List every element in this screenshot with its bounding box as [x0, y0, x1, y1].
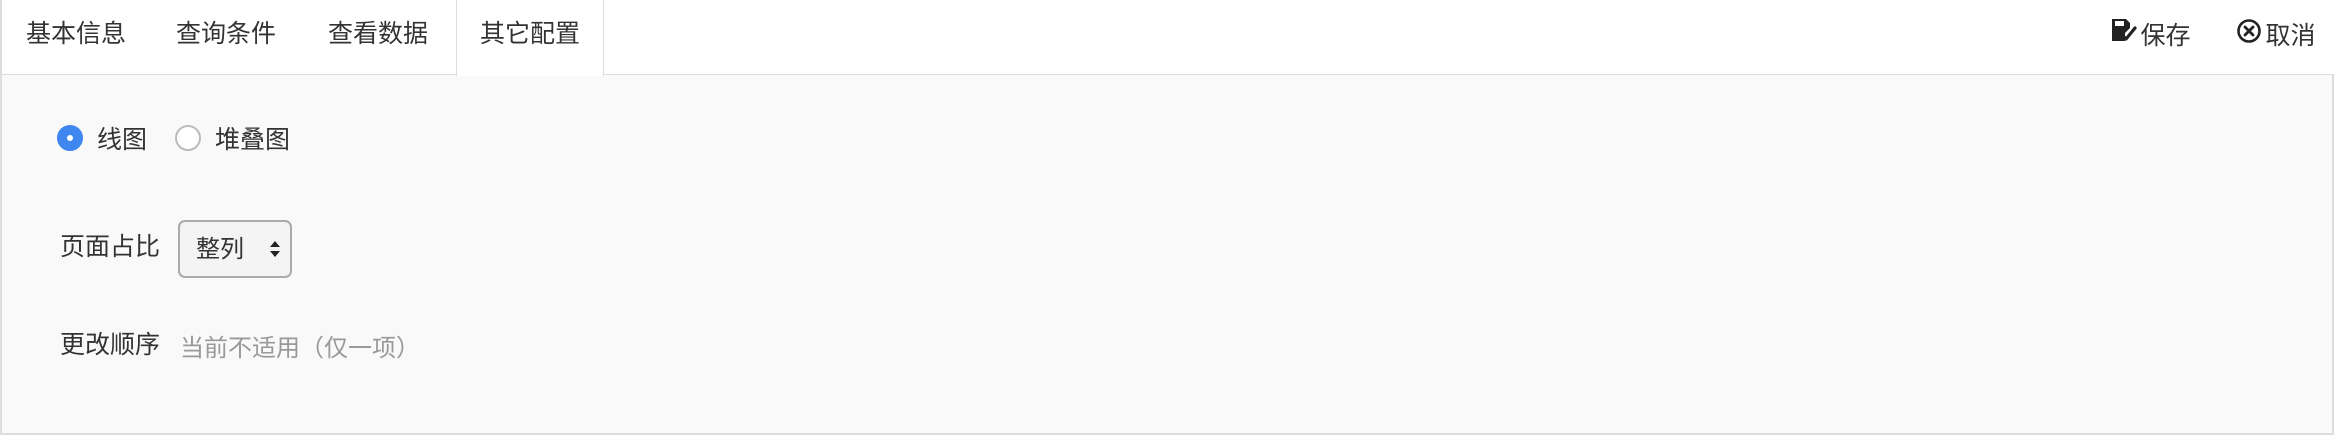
radio-line-chart-label[interactable]: 线图: [97, 120, 147, 156]
cancel-button[interactable]: 取消: [2216, 0, 2336, 72]
radio-line-chart[interactable]: [57, 125, 83, 151]
change-order-label: 更改顺序: [60, 330, 161, 359]
tab-query-conditions[interactable]: 查询条件: [150, 0, 302, 74]
tab-other-config[interactable]: 其它配置: [456, 0, 604, 76]
page-ratio-label: 页面占比: [60, 232, 161, 261]
tab-basic-info[interactable]: 基本信息: [0, 0, 150, 74]
save-button-label: 保存: [2140, 21, 2191, 50]
select-updown-icon: [268, 238, 282, 264]
radio-stacked-chart[interactable]: [175, 125, 202, 151]
config-dialog: 基本信息 查询条件 查看数据 其它配置 保存 取消 线图 堆叠图 页面占比 整列…: [0, 0, 2342, 446]
other-config-panel: 线图 堆叠图 页面占比 整列 更改顺序 当前不适用（仅一项）: [0, 75, 2334, 435]
tab-bar: 基本信息 查询条件 查看数据 其它配置 保存 取消: [0, 0, 2342, 76]
tab-view-data[interactable]: 查看数据: [302, 0, 454, 74]
page-ratio-selected-value: 整列: [196, 235, 244, 263]
page-ratio-select[interactable]: 整列: [178, 220, 292, 278]
change-order-hint: 当前不适用（仅一项）: [180, 334, 420, 362]
chart-type-radio-group: 线图 堆叠图: [57, 122, 318, 154]
cancel-button-label: 取消: [2265, 21, 2316, 50]
radio-stacked-chart-label[interactable]: 堆叠图: [215, 120, 290, 156]
save-button[interactable]: 保存: [2090, 0, 2210, 72]
save-icon: [2109, 2, 2140, 70]
close-circle-icon: [2236, 2, 2265, 70]
